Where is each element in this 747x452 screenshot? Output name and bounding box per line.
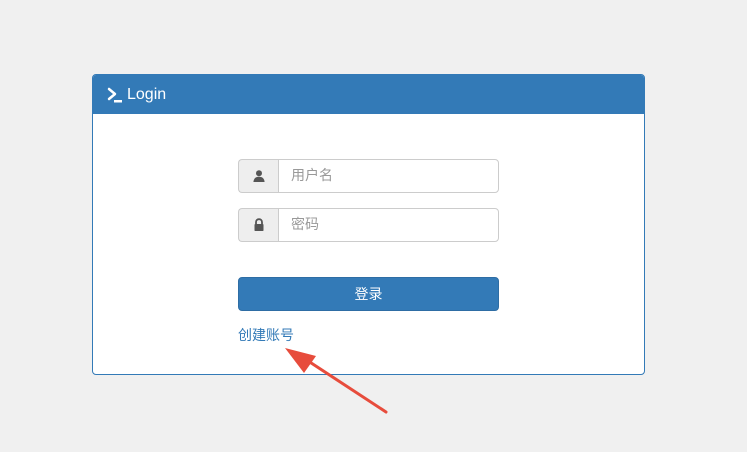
username-input-group bbox=[238, 159, 499, 193]
create-account-link[interactable]: 创建账号 bbox=[238, 327, 294, 345]
lock-icon bbox=[238, 208, 278, 242]
login-panel: Login 登录 创建账号 bbox=[92, 74, 645, 375]
panel-heading: Login bbox=[93, 75, 644, 114]
password-input-group bbox=[238, 208, 499, 242]
terminal-icon bbox=[107, 86, 123, 104]
password-input[interactable] bbox=[278, 208, 499, 242]
username-input[interactable] bbox=[278, 159, 499, 193]
panel-title: Login bbox=[127, 85, 167, 103]
login-page: Login 登录 创建账号 bbox=[0, 0, 747, 452]
login-button[interactable]: 登录 bbox=[238, 277, 499, 311]
user-icon bbox=[238, 159, 278, 193]
